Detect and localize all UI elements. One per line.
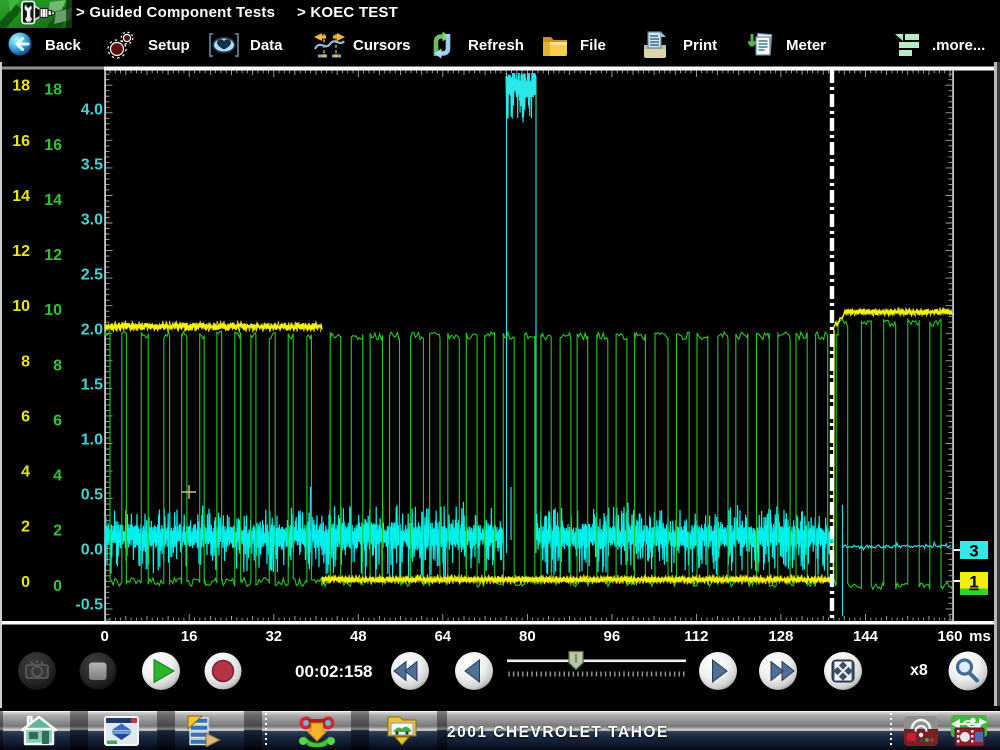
svg-text:8: 8 bbox=[53, 357, 62, 374]
svg-text:18: 18 bbox=[44, 82, 62, 99]
svg-text:32: 32 bbox=[265, 628, 282, 645]
svg-text:160: 160 bbox=[937, 628, 962, 645]
svg-text:128: 128 bbox=[768, 628, 793, 645]
svg-text:1: 1 bbox=[969, 573, 978, 592]
svg-text:14: 14 bbox=[12, 188, 30, 205]
svg-text:144: 144 bbox=[853, 628, 879, 645]
svg-text:4.0: 4.0 bbox=[81, 102, 103, 119]
svg-text:12: 12 bbox=[44, 247, 62, 264]
svg-text:4: 4 bbox=[53, 468, 62, 485]
svg-text:8: 8 bbox=[21, 353, 30, 370]
svg-text:2: 2 bbox=[21, 519, 30, 536]
svg-text:6: 6 bbox=[21, 408, 30, 425]
svg-text:16: 16 bbox=[181, 628, 198, 645]
svg-text:0: 0 bbox=[101, 628, 109, 645]
svg-text:80: 80 bbox=[519, 628, 536, 645]
svg-text:16: 16 bbox=[12, 133, 30, 150]
svg-text:-0.5: -0.5 bbox=[75, 597, 103, 614]
svg-text:96: 96 bbox=[604, 628, 621, 645]
svg-text:112: 112 bbox=[684, 628, 708, 645]
svg-text:64: 64 bbox=[434, 628, 451, 645]
svg-text:0.0: 0.0 bbox=[81, 542, 103, 559]
svg-text:3.5: 3.5 bbox=[81, 157, 103, 174]
svg-text:6: 6 bbox=[53, 412, 62, 429]
svg-text:48: 48 bbox=[350, 628, 367, 645]
svg-text:0: 0 bbox=[53, 578, 62, 595]
svg-text:ms: ms bbox=[969, 628, 991, 645]
svg-text:16: 16 bbox=[44, 137, 62, 154]
svg-text:18: 18 bbox=[12, 78, 30, 95]
svg-text:12: 12 bbox=[12, 243, 30, 260]
svg-text:0.5: 0.5 bbox=[81, 487, 103, 504]
svg-text:1.0: 1.0 bbox=[81, 432, 103, 449]
svg-text:2.5: 2.5 bbox=[81, 267, 103, 284]
svg-text:1.5: 1.5 bbox=[81, 377, 103, 394]
svg-text:3: 3 bbox=[969, 542, 978, 561]
svg-text:2: 2 bbox=[53, 523, 62, 540]
svg-text:3.0: 3.0 bbox=[81, 212, 103, 229]
svg-text:4: 4 bbox=[21, 464, 30, 481]
svg-text:2.0: 2.0 bbox=[81, 322, 103, 339]
svg-text:10: 10 bbox=[12, 298, 30, 315]
svg-text:10: 10 bbox=[44, 302, 62, 319]
svg-text:0: 0 bbox=[21, 574, 30, 591]
svg-text:14: 14 bbox=[44, 192, 62, 209]
